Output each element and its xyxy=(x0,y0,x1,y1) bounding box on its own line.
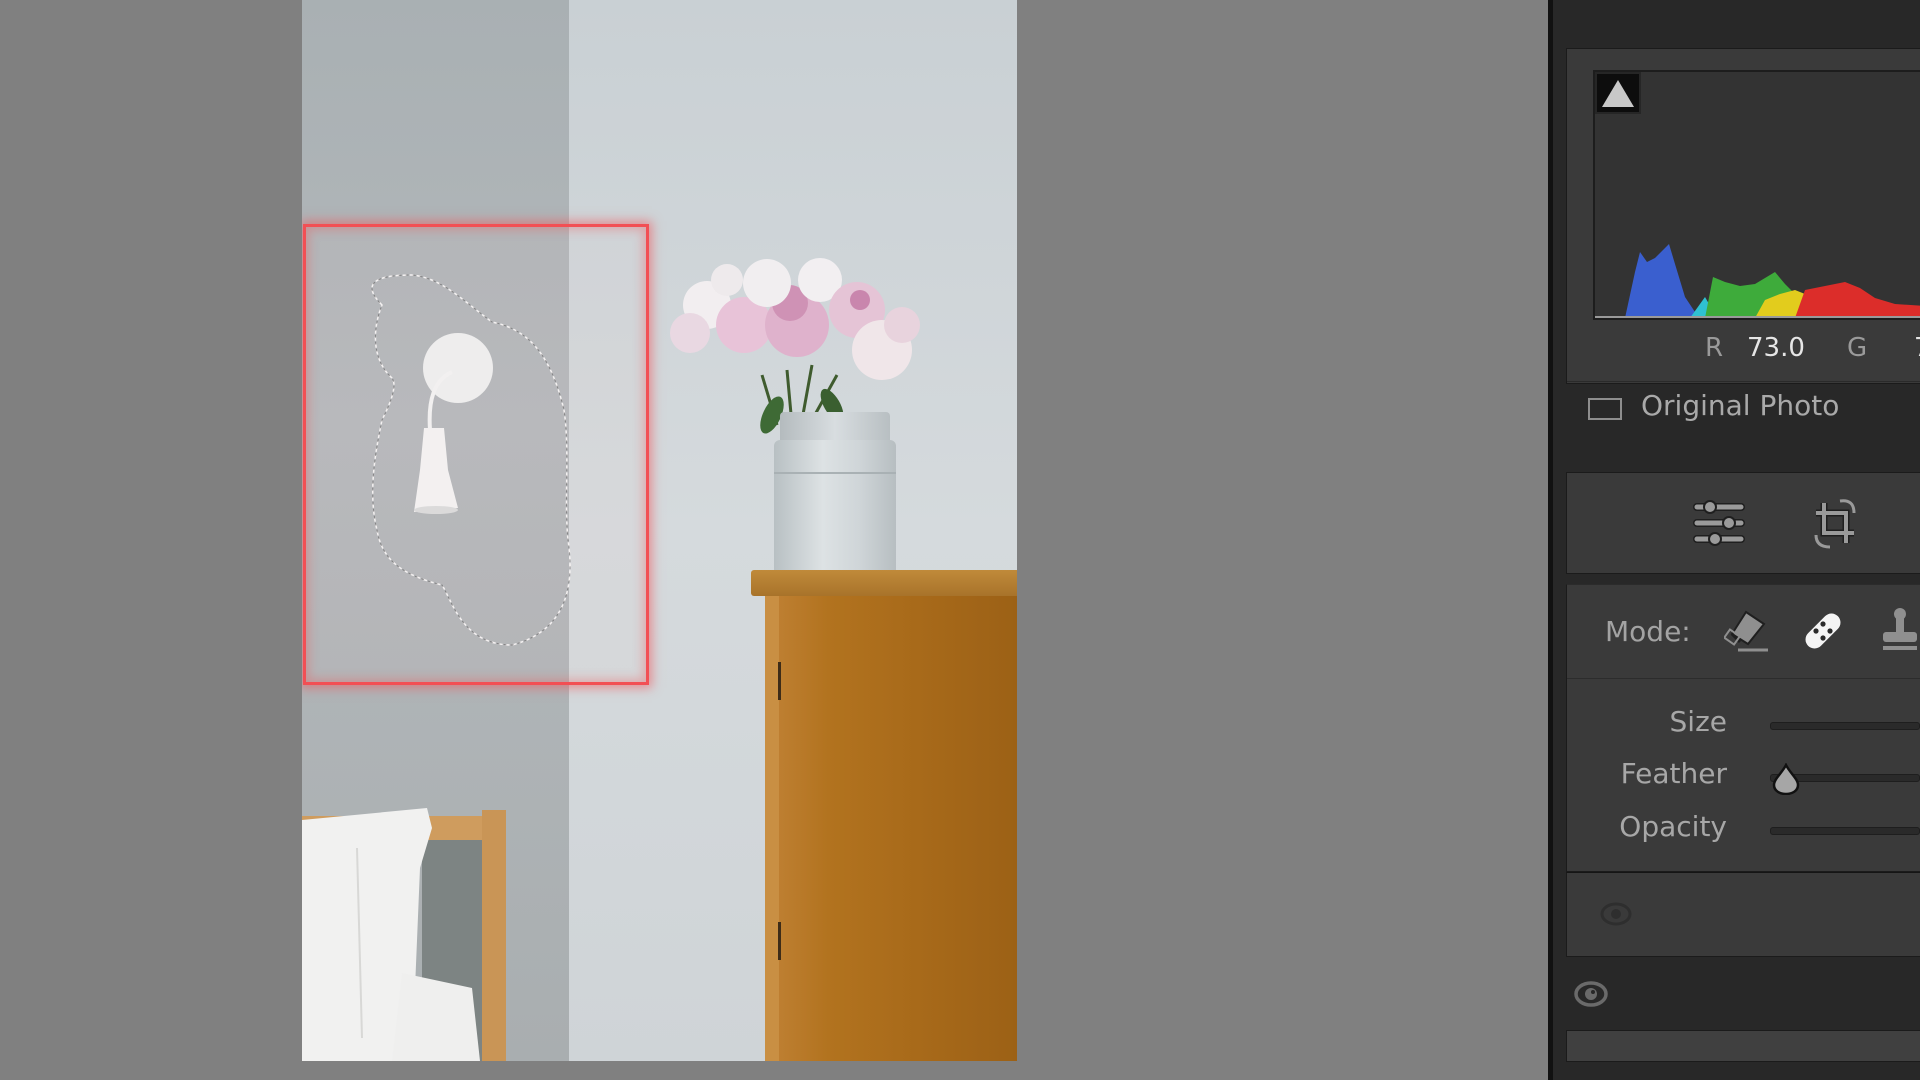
divider xyxy=(1567,678,1920,679)
mode-heal-button[interactable] xyxy=(1795,603,1851,659)
mode-content-aware-remove-button[interactable] xyxy=(1720,603,1776,659)
histogram-blue xyxy=(1625,244,1705,318)
original-photo-toggle[interactable]: Original Photo xyxy=(1567,381,1920,434)
edit-sliders-icon xyxy=(1693,500,1745,546)
shadow-clipping-warning-button[interactable] xyxy=(1595,72,1641,114)
vase-band xyxy=(774,472,896,474)
photo[interactable] xyxy=(302,0,1017,1061)
size-slider[interactable] xyxy=(1770,722,1920,730)
image-canvas[interactable] xyxy=(0,0,1548,1080)
heal-tool-section: Mode: Size Feather Opacity xyxy=(1566,584,1920,872)
opacity-label: Opacity xyxy=(1619,810,1727,843)
cabinet-hinge xyxy=(778,922,781,960)
tool-strip xyxy=(1566,472,1920,574)
content-aware-remove-icon xyxy=(1724,610,1768,652)
cabinet-top xyxy=(751,570,1017,596)
bottom-bar xyxy=(1566,1030,1920,1062)
rgb-readout: R 73.0 G 7 xyxy=(1567,333,1920,367)
crop-rotate-button[interactable] xyxy=(1800,473,1872,573)
crop-rotate-icon xyxy=(1814,499,1856,549)
r-label: R xyxy=(1705,333,1724,363)
heal-bandage-icon xyxy=(1805,613,1841,649)
right-panel: R 73.0 G 7 Original Photo xyxy=(1548,0,1920,1080)
clone-stamp-icon xyxy=(1883,608,1917,650)
wooden-cabinet xyxy=(751,570,1017,1061)
eye-icon[interactable] xyxy=(1573,980,1609,1008)
original-photo-label: Original Photo xyxy=(1641,389,1840,422)
cabinet-door xyxy=(765,596,1017,1061)
histogram xyxy=(1593,70,1920,320)
histogram-graph xyxy=(1595,244,1920,318)
size-label: Size xyxy=(1669,705,1727,738)
visibility-section xyxy=(1566,872,1920,957)
vase xyxy=(774,440,896,580)
eye-icon-dimmed[interactable] xyxy=(1600,901,1632,927)
bed-corner xyxy=(302,808,506,1061)
edit-button[interactable] xyxy=(1683,473,1755,573)
histogram-section: R 73.0 G 7 Original Photo xyxy=(1566,48,1920,422)
selection-highlight-box xyxy=(303,224,649,685)
histogram-red xyxy=(1795,282,1920,318)
g-label: G xyxy=(1847,333,1868,363)
feather-label: Feather xyxy=(1620,757,1727,790)
cabinet-edge xyxy=(765,596,779,1061)
mode-clone-button[interactable] xyxy=(1872,603,1920,659)
g-value: 7 xyxy=(1914,333,1920,363)
opacity-slider[interactable] xyxy=(1770,827,1920,835)
shadow-clipping-triangle-icon xyxy=(1602,80,1634,107)
feather-slider-thumb[interactable] xyxy=(1770,763,1802,795)
cabinet-hinge xyxy=(778,662,781,700)
r-value: 73.0 xyxy=(1747,333,1805,363)
mode-label: Mode: xyxy=(1605,615,1691,648)
original-photo-checkbox[interactable] xyxy=(1588,398,1622,420)
